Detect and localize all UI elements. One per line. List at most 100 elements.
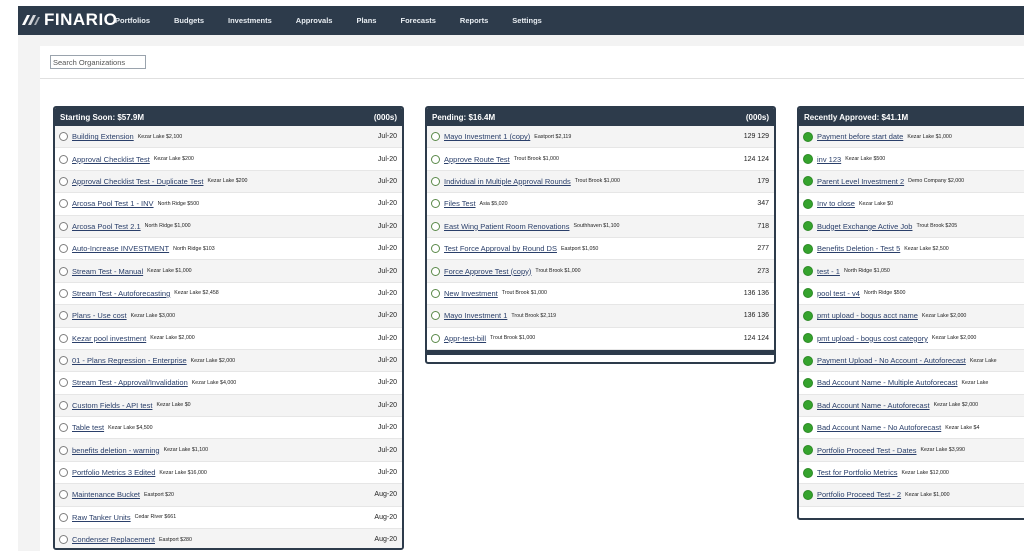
list-item[interactable]: Raw Tanker Units Cedar River $661 Aug-20 xyxy=(55,507,402,530)
investment-link[interactable]: benefits deletion - warning xyxy=(72,446,160,455)
list-item[interactable]: Building Extension Kezar Lake $2,100 Jul-2… xyxy=(55,126,402,149)
investment-link[interactable]: Plans - Use cost xyxy=(72,311,127,320)
nav-item-approvals[interactable]: Approvals xyxy=(296,16,333,25)
investment-link[interactable]: Portfolio Proceed Test - 2 xyxy=(817,490,901,499)
list-item[interactable]: Parent Level Investment 2 Demo Company $2… xyxy=(799,170,1024,194)
list-item[interactable]: Portfolio Metrics 3 Edited Kezar Lake $16… xyxy=(55,462,402,485)
list-item[interactable]: pmt upload - bogus cost category Kezar La… xyxy=(799,328,1024,350)
nav-item-settings[interactable]: Settings xyxy=(512,16,542,25)
nav-item-portfolios[interactable]: Portfolios xyxy=(115,16,150,25)
list-item[interactable]: Payment before start date Kezar Lake $1,0… xyxy=(799,126,1024,149)
list-item[interactable]: Inv to close Kezar Lake $0 xyxy=(799,193,1024,216)
list-item[interactable]: Condenser Replacement Eastport $280 Aug-20 xyxy=(55,529,402,548)
investment-link[interactable]: Bad Account Name - Multiple Autoforecast xyxy=(817,378,958,387)
investment-link[interactable]: Benefits Deletion - Test 5 xyxy=(817,244,900,253)
list-item[interactable]: benefits deletion - warning Kezar Lake $1… xyxy=(55,439,402,462)
list-item[interactable]: Stream Test - Manual Kezar Lake $1,000 Jul… xyxy=(55,260,402,283)
list-item[interactable]: Arcosa Pool Test 2.1 North Ridge $1,000 Ju… xyxy=(55,215,402,238)
nav-item-reports[interactable]: Reports xyxy=(460,16,488,25)
investment-link[interactable]: New Investment xyxy=(444,289,498,298)
investment-link[interactable]: Approve Route Test xyxy=(444,155,510,164)
investment-link[interactable]: Portfolio Metrics 3 Edited xyxy=(72,468,155,477)
investment-link[interactable]: Maintenance Bucket xyxy=(72,490,140,499)
investment-link[interactable]: Arcosa Pool Test 2.1 xyxy=(72,222,141,231)
investment-link[interactable]: Mayo Investment 1 (copy) xyxy=(444,132,530,141)
investment-link[interactable]: Parent Level Investment 2 xyxy=(817,177,904,186)
list-item[interactable]: Test Force Approval by Round DS Eastport … xyxy=(427,238,774,261)
investment-link[interactable]: pool test - v4 xyxy=(817,289,860,298)
nav-item-budgets[interactable]: Budgets xyxy=(174,16,204,25)
list-item[interactable]: Budget Exchange Active Job Trout Brook $2… xyxy=(799,215,1024,238)
investment-link[interactable]: pmt upload - bogus acct name xyxy=(817,311,918,320)
investment-link[interactable]: Appr-test-bill xyxy=(444,334,486,343)
investment-link[interactable]: Files Test xyxy=(444,199,476,208)
list-item[interactable]: Files Test Asia $5,020 347 xyxy=(427,193,774,216)
investment-link[interactable]: Payment before start date xyxy=(817,132,903,141)
investment-link[interactable]: Building Extension xyxy=(72,132,134,141)
investment-link[interactable]: Payment Upload - No Account - Autoforeca… xyxy=(817,356,966,365)
list-item[interactable]: New Investment Trout Brook $1,000 136 136 xyxy=(427,283,774,306)
investment-link[interactable]: Raw Tanker Units xyxy=(72,513,131,522)
investment-link[interactable]: Stream Test - Approval/Invalidation xyxy=(72,378,188,387)
list-item[interactable]: Individual in Multiple Approval Rounds Tr… xyxy=(427,170,774,194)
list-item[interactable]: Force Approve Test (copy) Trout Brook $1,… xyxy=(427,260,774,283)
list-item[interactable]: Portfolio Proceed Test - Dates Kezar Lake… xyxy=(799,439,1024,462)
list-item[interactable]: Mayo Investment 1 Trout Brook $2,119 136 1… xyxy=(427,305,774,328)
investment-link[interactable]: East Wing Patient Room Renovations xyxy=(444,222,569,231)
investment-link[interactable]: Stream Test - Autoforecasting xyxy=(72,289,170,298)
investment-link[interactable]: Inv to close xyxy=(817,199,855,208)
list-item[interactable]: inv 123 Kezar Lake $500 xyxy=(799,148,1024,171)
investment-link[interactable]: test - 1 xyxy=(817,267,840,276)
investment-link[interactable]: Budget Exchange Active Job xyxy=(817,222,912,231)
list-item[interactable]: Approval Checklist Test - Duplicate Test… xyxy=(55,170,402,194)
investment-link[interactable]: Approval Checklist Test xyxy=(72,155,150,164)
investment-link[interactable]: Table test xyxy=(72,423,104,432)
list-item[interactable]: Approve Route Test Trout Brook $1,000 124 … xyxy=(427,148,774,171)
list-item[interactable]: Portfolio Proceed Test - 2 Kezar Lake $1,… xyxy=(799,484,1024,507)
investment-link[interactable]: Condenser Replacement xyxy=(72,535,155,544)
list-item[interactable]: Maintenance Bucket Eastport $20 Aug-20 xyxy=(55,484,402,507)
list-item[interactable]: 01 - Plans Regression - Enterprise Kezar … xyxy=(55,349,402,373)
investment-link[interactable]: Bad Account Name - Autoforecast xyxy=(817,401,930,410)
list-item[interactable]: Payment Upload - No Account - Autoforeca… xyxy=(799,349,1024,373)
investment-link[interactable]: Force Approve Test (copy) xyxy=(444,267,531,276)
investment-link[interactable]: Portfolio Proceed Test - Dates xyxy=(817,446,917,455)
list-item[interactable]: test - 1 North Ridge $1,050 xyxy=(799,260,1024,283)
list-item[interactable]: Bad Account Name - Autoforecast Kezar Lak… xyxy=(799,394,1024,418)
list-item[interactable]: Table test Kezar Lake $4,500 Jul-20 xyxy=(55,417,402,440)
list-item[interactable]: Bad Account Name - Multiple Autoforecast… xyxy=(799,372,1024,395)
list-item[interactable]: pool test - v4 North Ridge $500 xyxy=(799,283,1024,306)
investment-link[interactable]: inv 123 xyxy=(817,155,841,164)
nav-item-plans[interactable]: Plans xyxy=(356,16,376,25)
investment-link[interactable]: Arcosa Pool Test 1 - INV xyxy=(72,199,154,208)
app-logo[interactable]: FINARIO xyxy=(22,9,117,31)
search-organizations-input[interactable] xyxy=(50,55,146,69)
list-item[interactable]: Stream Test - Approval/Invalidation Kezar… xyxy=(55,372,402,395)
nav-item-investments[interactable]: Investments xyxy=(228,16,272,25)
investment-link[interactable]: Mayo Investment 1 xyxy=(444,311,507,320)
investment-link[interactable]: Bad Account Name - No Autoforecast xyxy=(817,423,941,432)
investment-link[interactable]: 01 - Plans Regression - Enterprise xyxy=(72,356,187,365)
investment-link[interactable]: Custom Fields - API test xyxy=(72,401,152,410)
list-item[interactable]: Kezar pool investment Kezar Lake $2,000 Ju… xyxy=(55,328,402,350)
investment-link[interactable]: Kezar pool investment xyxy=(72,334,146,343)
investment-link[interactable]: Auto-Increase INVESTMENT xyxy=(72,244,169,253)
list-item[interactable]: Stream Test - Autoforecasting Kezar Lake … xyxy=(55,283,402,306)
list-item[interactable]: Approval Checklist Test Kezar Lake $200 Ju… xyxy=(55,148,402,171)
list-item[interactable]: Arcosa Pool Test 1 - INV North Ridge $500… xyxy=(55,193,402,216)
investment-link[interactable]: Stream Test - Manual xyxy=(72,267,143,276)
list-item[interactable]: Bad Account Name - No Autoforecast Kezar … xyxy=(799,417,1024,440)
list-item[interactable]: pmt upload - bogus acct name Kezar Lake $… xyxy=(799,305,1024,328)
list-item[interactable]: Appr-test-bill Trout Brook $1,000 124 124 xyxy=(427,328,774,350)
investment-link[interactable]: Individual in Multiple Approval Rounds xyxy=(444,177,571,186)
list-item[interactable]: Custom Fields - API test Kezar Lake $0 Jul… xyxy=(55,394,402,418)
investment-link[interactable]: Test for Portfolio Metrics xyxy=(817,468,897,477)
nav-item-forecasts[interactable]: Forecasts xyxy=(400,16,435,25)
investment-link[interactable]: Test Force Approval by Round DS xyxy=(444,244,557,253)
list-item[interactable]: Benefits Deletion - Test 5 Kezar Lake $2,… xyxy=(799,238,1024,261)
list-item[interactable]: Mayo Investment 1 (copy) Eastport $2,119 1… xyxy=(427,126,774,149)
investment-link[interactable]: Approval Checklist Test - Duplicate Test xyxy=(72,177,203,186)
investment-link[interactable]: pmt upload - bogus cost category xyxy=(817,334,928,343)
list-item[interactable]: East Wing Patient Room Renovations Southh… xyxy=(427,215,774,238)
list-item[interactable]: Plans - Use cost Kezar Lake $3,000 Jul-20 xyxy=(55,305,402,328)
